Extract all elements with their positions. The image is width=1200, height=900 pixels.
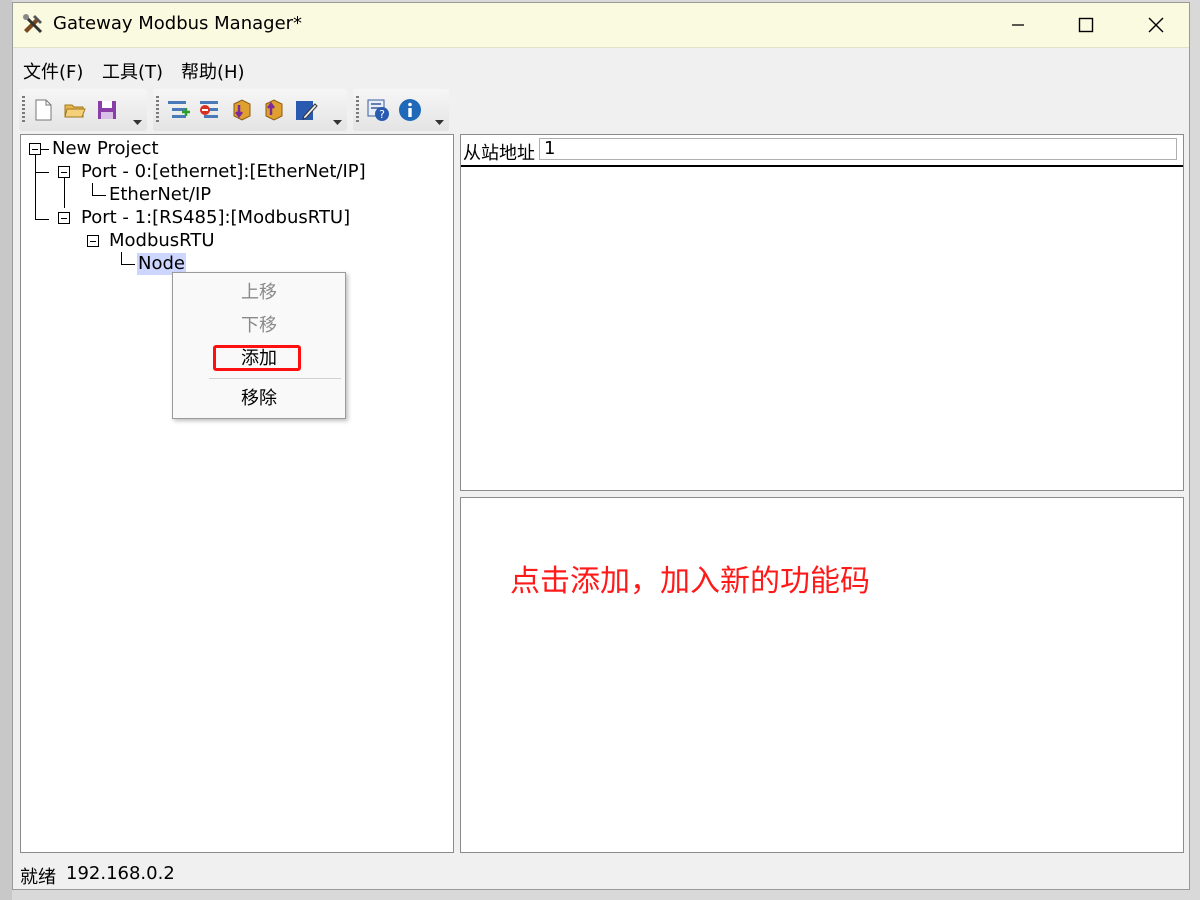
title-bar: Gateway Modbus Manager* (13, 3, 1189, 48)
toolbar-dropdown-icon[interactable] (133, 120, 142, 126)
context-menu: 上移 下移 添加 移除 (172, 272, 346, 419)
tree-connector (92, 195, 106, 196)
property-row: 从站地址 1 (461, 135, 1183, 167)
close-icon (1148, 17, 1164, 33)
info-icon[interactable] (398, 98, 422, 122)
app-window: Gateway Modbus Manager* 文件(F) 工具(T) 帮助(H… (12, 2, 1190, 890)
download-icon[interactable] (230, 98, 254, 122)
toolbar-grip[interactable] (22, 96, 25, 124)
status-bar: 就绪 192.168.0.2 (13, 855, 1189, 889)
slave-address-field[interactable]: 1 (539, 138, 1177, 160)
collapse-toggle[interactable] (58, 166, 70, 178)
tree-connector (92, 183, 93, 195)
menu-file[interactable]: 文件(F) (23, 58, 83, 84)
tree-connector (121, 264, 135, 265)
maximize-icon (1078, 17, 1094, 33)
toolbar-grip[interactable] (156, 96, 159, 124)
collapse-toggle[interactable] (29, 143, 41, 155)
annotation-text: 点击添加，加入新的功能码 (510, 564, 870, 599)
maximize-button[interactable] (1051, 3, 1121, 47)
tree-connector (64, 178, 65, 208)
menu-bar: 文件(F) 工具(T) 帮助(H) (13, 49, 1189, 87)
tree-connector (35, 172, 49, 173)
detail-pane: 点击添加，加入新的功能码 (460, 497, 1184, 853)
edit-icon[interactable] (294, 98, 318, 122)
tree-remove-icon[interactable] (198, 98, 222, 122)
tree-connector (35, 219, 49, 220)
tools-app-icon (21, 12, 45, 36)
toolbar-help: ? (353, 89, 449, 131)
tree-connector (121, 252, 122, 264)
window-title: Gateway Modbus Manager* (53, 13, 303, 34)
menu-tools[interactable]: 工具(T) (102, 58, 163, 84)
slave-address-label: 从站地址 (463, 143, 535, 164)
status-state: 就绪 (20, 867, 56, 888)
context-move-up[interactable]: 上移 (173, 281, 345, 305)
highlight-box (213, 345, 301, 371)
toolbar-file (19, 89, 147, 131)
toolbar-grip[interactable] (356, 96, 359, 124)
save-icon[interactable] (95, 98, 119, 122)
minimize-icon (1012, 24, 1024, 26)
tree-add-icon[interactable] (166, 98, 190, 122)
tree-item-project[interactable]: New Project (52, 138, 159, 160)
context-remove[interactable]: 移除 (173, 387, 345, 411)
menu-separator (209, 378, 341, 379)
svg-text:?: ? (379, 108, 385, 121)
status-ip: 192.168.0.2 (66, 863, 175, 884)
menu-help[interactable]: 帮助(H) (181, 58, 245, 84)
toolbar-edit (153, 89, 347, 131)
upload-icon[interactable] (262, 98, 286, 122)
minimize-button[interactable] (983, 3, 1053, 47)
project-tree: New Project Port - 0:[ethernet]:[EtherNe… (20, 134, 454, 853)
collapse-toggle[interactable] (87, 235, 99, 247)
open-folder-icon[interactable] (63, 98, 87, 122)
context-move-down[interactable]: 下移 (173, 314, 345, 338)
desktop-background (0, 0, 12, 900)
tree-item-port1[interactable]: Port - 1:[RS485]:[ModbusRTU] (81, 207, 350, 229)
close-button[interactable] (1121, 3, 1191, 47)
tree-item-modbusrtu[interactable]: ModbusRTU (109, 230, 215, 252)
toolbar-dropdown-icon[interactable] (333, 120, 342, 126)
tree-item-port0[interactable]: Port - 0:[ethernet]:[EtherNet/IP] (81, 161, 366, 183)
property-grid: 从站地址 1 (460, 134, 1184, 491)
help-icon[interactable]: ? (366, 98, 390, 122)
toolbar-dropdown-icon[interactable] (435, 120, 444, 126)
tree-connector (35, 149, 36, 220)
tree-item-ethernetip[interactable]: EtherNet/IP (109, 184, 211, 206)
collapse-toggle[interactable] (58, 212, 70, 224)
new-file-icon[interactable] (31, 98, 55, 122)
